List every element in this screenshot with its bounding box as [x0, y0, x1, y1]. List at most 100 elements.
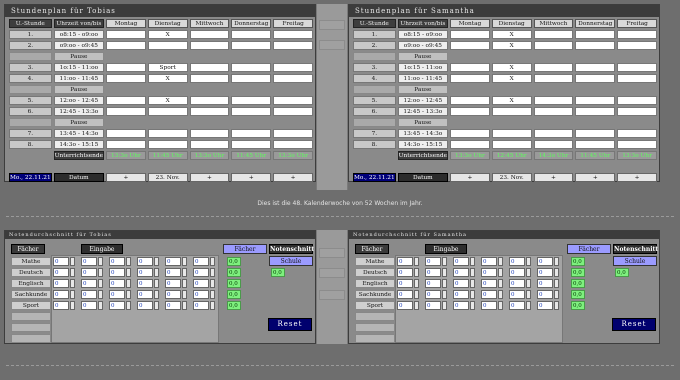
lesson-cell[interactable] [231, 96, 272, 105]
lesson-cell[interactable] [491, 140, 532, 149]
date-cell[interactable]: + [106, 173, 146, 182]
grade-spinner[interactable] [442, 279, 447, 288]
lesson-cell[interactable] [617, 63, 657, 72]
grade-input[interactable]: 0 [481, 257, 497, 266]
grade-input[interactable]: 0 [193, 279, 209, 288]
grade-spinner[interactable] [470, 290, 475, 299]
grade-input[interactable]: 0 [509, 257, 525, 266]
grade-spinner[interactable] [554, 268, 559, 277]
lesson-cell[interactable] [231, 41, 272, 50]
grade-spinner[interactable] [98, 257, 103, 266]
grade-spinner[interactable] [442, 268, 447, 277]
grade-input[interactable]: 0 [453, 257, 469, 266]
lesson-cell[interactable] [617, 96, 657, 105]
grade-input[interactable]: 0 [425, 290, 441, 299]
lesson-cell[interactable] [147, 140, 188, 149]
lesson-cell[interactable] [450, 96, 490, 105]
grade-spinner[interactable] [98, 268, 103, 277]
lesson-cell[interactable] [189, 140, 230, 149]
lesson-cell[interactable] [106, 74, 146, 83]
grade-spinner[interactable] [414, 301, 419, 310]
lesson-cell[interactable] [617, 30, 657, 39]
lesson-cell[interactable] [106, 140, 146, 149]
grade-spinner[interactable] [70, 290, 75, 299]
lesson-cell[interactable] [189, 41, 230, 50]
grade-input[interactable]: 0 [481, 279, 497, 288]
grade-input[interactable]: 0 [165, 268, 181, 277]
date-cell[interactable]: + [575, 173, 616, 182]
lesson-cell[interactable]: X [491, 74, 532, 83]
lesson-cell[interactable] [491, 129, 532, 138]
date-cell[interactable]: 23. Nov. [147, 173, 188, 182]
grade-input[interactable]: 0 [397, 257, 413, 266]
lesson-cell[interactable]: X [147, 30, 188, 39]
grade-spinner[interactable] [154, 257, 159, 266]
lesson-cell[interactable] [273, 140, 313, 149]
lesson-cell[interactable] [273, 74, 313, 83]
lesson-cell[interactable] [273, 107, 313, 116]
lesson-cell[interactable] [189, 63, 230, 72]
grade-spinner[interactable] [526, 268, 531, 277]
side-button-2[interactable] [319, 40, 345, 50]
lesson-cell[interactable] [273, 41, 313, 50]
grade-input[interactable]: 0 [165, 290, 181, 299]
grade-input[interactable]: 0 [453, 301, 469, 310]
grade-spinner[interactable] [98, 279, 103, 288]
date-cell[interactable]: + [273, 173, 313, 182]
grade-spinner[interactable] [414, 257, 419, 266]
grade-input[interactable]: 0 [193, 301, 209, 310]
grade-spinner[interactable] [70, 268, 75, 277]
lesson-cell[interactable] [106, 129, 146, 138]
grade-input[interactable]: 0 [165, 279, 181, 288]
lesson-cell[interactable]: Sport [147, 63, 188, 72]
grade-input[interactable]: 0 [81, 268, 97, 277]
grade-spinner[interactable] [498, 301, 503, 310]
grade-spinner[interactable] [414, 268, 419, 277]
grade-input[interactable]: 0 [81, 257, 97, 266]
lesson-cell[interactable]: X [491, 96, 532, 105]
grade-spinner[interactable] [182, 301, 187, 310]
grade-spinner[interactable] [182, 290, 187, 299]
lesson-cell[interactable] [106, 41, 146, 50]
lesson-cell[interactable] [617, 129, 657, 138]
grade-spinner[interactable] [154, 301, 159, 310]
grade-input[interactable]: 0 [481, 290, 497, 299]
grade-spinner[interactable] [126, 279, 131, 288]
grade-spinner[interactable] [126, 301, 131, 310]
grade-input[interactable]: 0 [425, 268, 441, 277]
grade-input[interactable]: 0 [137, 257, 153, 266]
lesson-cell[interactable]: X [491, 41, 532, 50]
lesson-cell[interactable]: X [491, 30, 532, 39]
lesson-cell[interactable] [575, 63, 616, 72]
grade-spinner[interactable] [414, 279, 419, 288]
grade-input[interactable]: 0 [53, 257, 69, 266]
lesson-cell[interactable] [106, 107, 146, 116]
grade-input[interactable]: 0 [509, 301, 525, 310]
grade-spinner[interactable] [554, 279, 559, 288]
grade-spinner[interactable] [182, 268, 187, 277]
grade-spinner[interactable] [182, 279, 187, 288]
lesson-cell[interactable] [450, 107, 490, 116]
grade-input[interactable]: 0 [537, 279, 553, 288]
side-button-1[interactable] [319, 20, 345, 30]
side-button-5[interactable] [319, 290, 345, 300]
lesson-cell[interactable] [231, 140, 272, 149]
grade-input[interactable]: 0 [53, 279, 69, 288]
lesson-cell[interactable] [273, 63, 313, 72]
grade-input[interactable]: 0 [81, 290, 97, 299]
lesson-cell[interactable] [575, 30, 616, 39]
date-cell[interactable]: + [450, 173, 490, 182]
grade-spinner[interactable] [98, 301, 103, 310]
date-cell[interactable]: + [189, 173, 230, 182]
lesson-cell[interactable] [231, 74, 272, 83]
grade-input[interactable]: 0 [509, 290, 525, 299]
lesson-cell[interactable] [147, 107, 188, 116]
grade-spinner[interactable] [554, 301, 559, 310]
grade-input[interactable]: 0 [481, 301, 497, 310]
lesson-cell[interactable] [189, 107, 230, 116]
lesson-cell[interactable] [533, 140, 574, 149]
grade-spinner[interactable] [70, 257, 75, 266]
grade-spinner[interactable] [442, 301, 447, 310]
grade-input[interactable]: 0 [537, 268, 553, 277]
grade-spinner[interactable] [498, 290, 503, 299]
